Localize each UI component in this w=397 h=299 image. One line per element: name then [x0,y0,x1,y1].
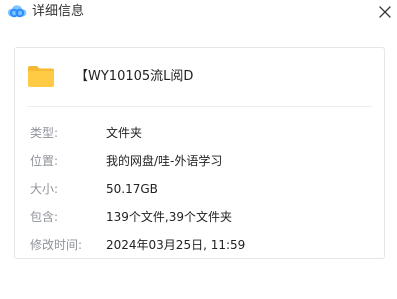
contains-value: 139个文件,39个文件夹 [106,210,232,224]
contains-label: 包含: [30,210,59,224]
info-row-modified: 修改时间: 2024年03月25日, 11:59 [15,236,384,254]
dialog-title: 详细信息 [32,4,85,19]
modified-time-label: 修改时间: [30,238,83,252]
modified-time-value: 2024年03月25日, 11:59 [106,238,246,252]
file-header: 【WY10105流L阅D [15,48,384,106]
details-dialog: 详细信息 【WY10105流L阅D 类型: 文件夹 位置: 我的网盘/哇-外语学… [0,0,397,299]
folder-icon [28,66,54,87]
divider [27,106,372,107]
type-value: 文件夹 [106,126,143,140]
close-icon [379,6,391,18]
file-info-card: 【WY10105流L阅D 类型: 文件夹 位置: 我的网盘/哇-外语学习 大小:… [14,47,385,259]
info-row-type: 类型: 文件夹 [15,124,384,142]
file-name: 【WY10105流L阅D [75,69,194,84]
title-bar: 详细信息 [0,0,397,26]
close-button[interactable] [373,0,397,24]
info-row-contains: 包含: 139个文件,39个文件夹 [15,208,384,226]
type-label: 类型: [30,126,59,140]
info-row-size: 大小: 50.17GB [15,180,384,198]
location-label: 位置: [30,154,59,168]
location-value: 我的网盘/哇-外语学习 [106,154,223,168]
size-value: 50.17GB [106,182,158,196]
baidu-netdisk-logo-icon [7,5,27,18]
info-row-location: 位置: 我的网盘/哇-外语学习 [15,152,384,170]
size-label: 大小: [30,182,59,196]
